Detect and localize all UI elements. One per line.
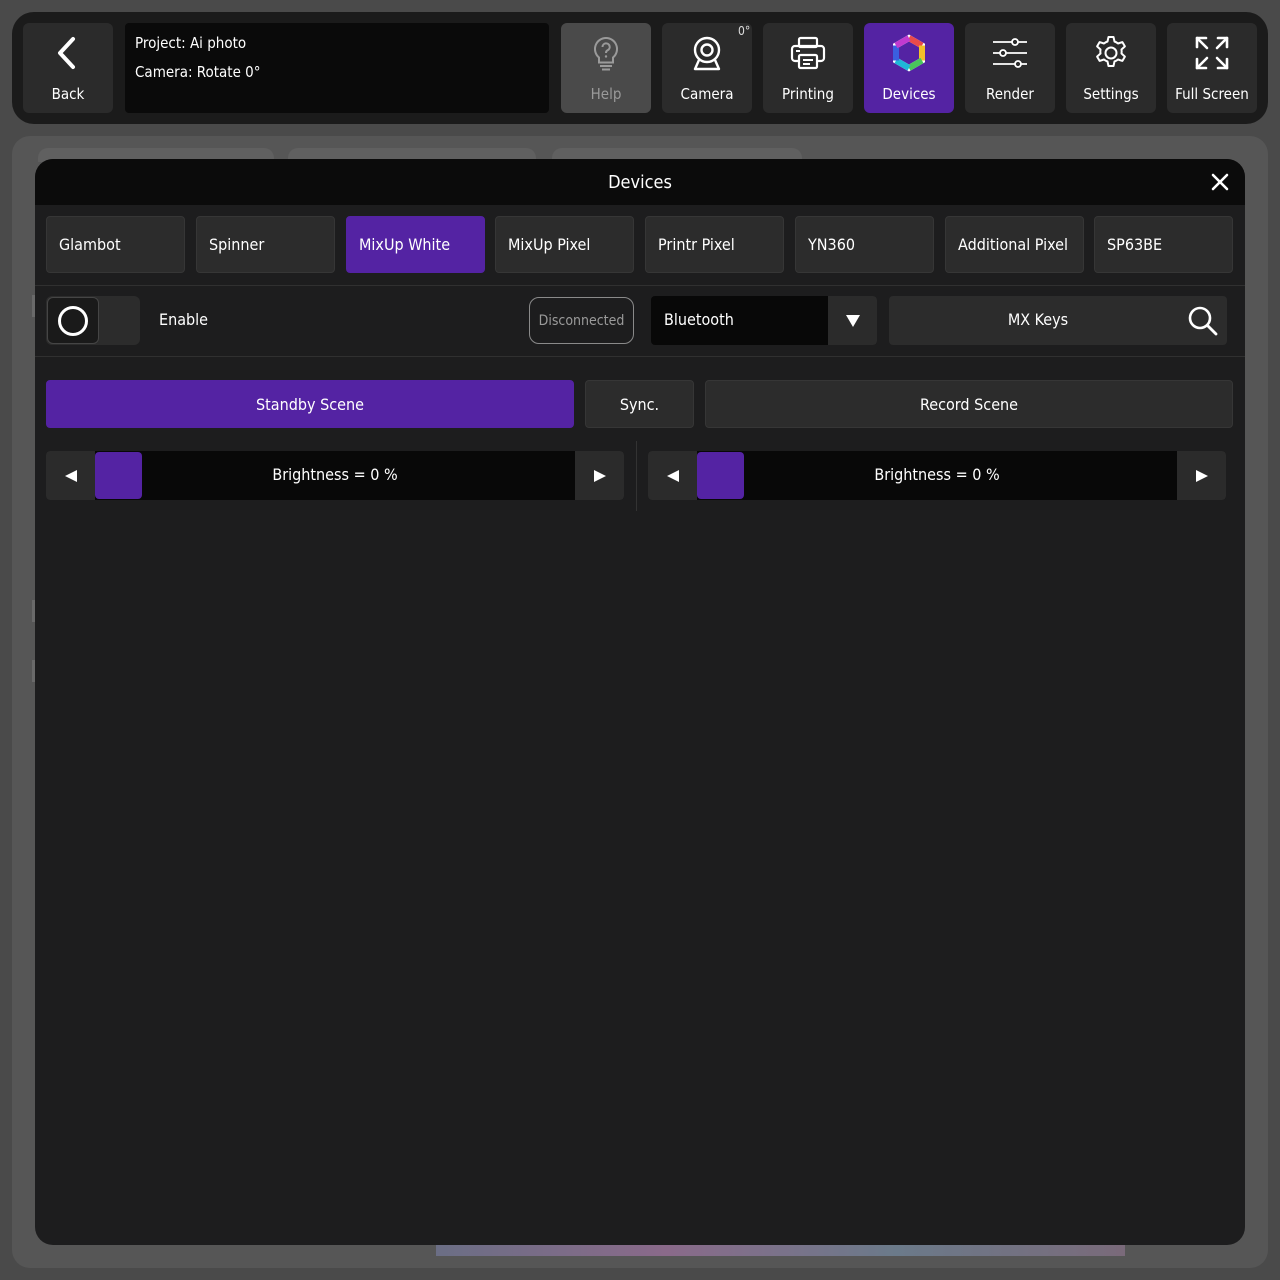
modal-title: Devices bbox=[608, 171, 672, 193]
divider bbox=[35, 285, 1245, 286]
record-brightness-slider[interactable]: Brightness = 0 % bbox=[648, 451, 1226, 500]
devices-modal: Devices Glambot Spinner MixUp White MixU… bbox=[35, 159, 1245, 1245]
devices-button[interactable]: Devices bbox=[864, 23, 954, 113]
full-screen-button[interactable]: Full Screen bbox=[1167, 23, 1257, 113]
back-button[interactable]: Back bbox=[23, 23, 113, 113]
enable-toggle[interactable] bbox=[46, 296, 140, 345]
settings-label: Settings bbox=[1083, 85, 1139, 103]
printing-label: Printing bbox=[782, 85, 834, 103]
tab-mixup-white[interactable]: MixUp White bbox=[346, 216, 485, 273]
brightness-label: Brightness = 0 % bbox=[272, 465, 398, 484]
connection-status-badge: Disconnected bbox=[529, 297, 634, 344]
device-search-field[interactable]: MX Keys bbox=[889, 296, 1227, 345]
help-button[interactable]: Help bbox=[561, 23, 651, 113]
sync-button[interactable]: Sync. bbox=[585, 380, 694, 428]
record-scene-label: Record Scene bbox=[919, 394, 1019, 414]
camera-rotation: Camera: Rotate 0° bbox=[135, 63, 261, 81]
devices-hexagon-icon bbox=[893, 34, 925, 72]
tab-label: YN360 bbox=[808, 235, 856, 254]
toggle-knob bbox=[47, 297, 99, 344]
webcam-icon bbox=[693, 36, 721, 71]
lightbulb-question-icon bbox=[594, 36, 618, 71]
project-info: Project: Ai photo Camera: Rotate 0° bbox=[125, 23, 549, 113]
decrease-button[interactable] bbox=[46, 451, 95, 500]
devices-label: Devices bbox=[882, 85, 936, 103]
tab-additional-pixel[interactable]: Additional Pixel bbox=[945, 216, 1084, 273]
standby-scene-label: Standby Scene bbox=[256, 394, 364, 414]
triangle-right-icon bbox=[593, 469, 606, 482]
decrease-button[interactable] bbox=[648, 451, 697, 500]
standby-scene-button[interactable]: Standby Scene bbox=[46, 380, 574, 428]
project-name: Project: Ai photo bbox=[135, 34, 247, 52]
sync-label: Sync. bbox=[619, 394, 660, 414]
chevron-left-icon bbox=[58, 37, 75, 69]
tab-label: Additional Pixel bbox=[958, 235, 1069, 254]
standby-brightness-slider[interactable]: Brightness = 0 % bbox=[46, 451, 624, 500]
printer-icon bbox=[790, 36, 826, 70]
tab-sp63be[interactable]: SP63BE bbox=[1094, 216, 1233, 273]
brightness-label: Brightness = 0 % bbox=[874, 465, 1000, 484]
tab-label: MixUp White bbox=[359, 235, 451, 254]
triangle-down-icon bbox=[845, 314, 860, 327]
triangle-left-icon bbox=[666, 469, 679, 482]
triangle-right-icon bbox=[1195, 469, 1208, 482]
increase-button[interactable] bbox=[1177, 451, 1226, 500]
device-name: MX Keys bbox=[1007, 310, 1069, 329]
render-label: Render bbox=[986, 85, 1034, 103]
enable-label: Enable bbox=[159, 310, 209, 329]
render-button[interactable]: Render bbox=[965, 23, 1055, 113]
vertical-divider bbox=[636, 441, 637, 511]
full-screen-label: Full Screen bbox=[1175, 85, 1249, 103]
settings-button[interactable]: Settings bbox=[1066, 23, 1156, 113]
increase-button[interactable] bbox=[575, 451, 624, 500]
modal-header: Devices bbox=[35, 159, 1245, 205]
tab-label: SP63BE bbox=[1107, 235, 1163, 254]
search-icon[interactable] bbox=[1187, 305, 1219, 337]
top-toolbar: Back Project: Ai photo Camera: Rotate 0°… bbox=[12, 12, 1268, 124]
expand-arrows-icon bbox=[1195, 36, 1229, 70]
back-label: Back bbox=[51, 85, 85, 103]
tab-spinner[interactable]: Spinner bbox=[196, 216, 335, 273]
rotation-badge: 0° bbox=[738, 24, 751, 38]
close-icon[interactable] bbox=[1209, 171, 1231, 193]
tab-glambot[interactable]: Glambot bbox=[46, 216, 185, 273]
triangle-left-icon bbox=[64, 469, 77, 482]
tab-printr-pixel[interactable]: Printr Pixel bbox=[645, 216, 784, 273]
transport-value: Bluetooth bbox=[664, 310, 734, 329]
circle-icon bbox=[58, 305, 88, 336]
camera-label: Camera bbox=[680, 85, 734, 103]
sliders-icon bbox=[993, 38, 1027, 68]
divider bbox=[35, 356, 1245, 357]
tab-mixup-pixel[interactable]: MixUp Pixel bbox=[495, 216, 634, 273]
tab-yn360[interactable]: YN360 bbox=[795, 216, 934, 273]
printing-button[interactable]: Printing bbox=[763, 23, 853, 113]
transport-select[interactable]: Bluetooth bbox=[651, 296, 877, 345]
dropdown-arrow[interactable] bbox=[828, 296, 877, 345]
tab-label: Glambot bbox=[59, 235, 121, 254]
help-label: Help bbox=[590, 85, 622, 103]
tab-label: Printr Pixel bbox=[658, 235, 735, 254]
record-scene-button[interactable]: Record Scene bbox=[705, 380, 1233, 428]
gear-icon bbox=[1096, 36, 1126, 67]
tab-label: MixUp Pixel bbox=[508, 235, 591, 254]
tab-label: Spinner bbox=[209, 235, 265, 254]
